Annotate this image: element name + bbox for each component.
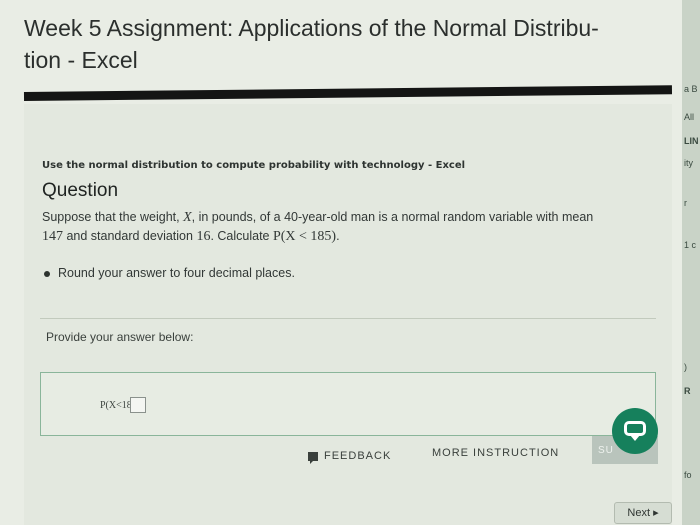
feedback-icon xyxy=(308,451,318,464)
side-text: a B xyxy=(684,84,698,94)
answer-prompt: Provide your answer below: xyxy=(46,330,194,344)
more-instruction-button[interactable]: MORE INSTRUCTION xyxy=(432,447,559,459)
page-title: Week 5 Assignment: Applications of the N… xyxy=(24,12,644,76)
question-heading: Question xyxy=(42,180,119,201)
background-window-edge: a B All LIN ity r 1 c ) R fo xyxy=(682,0,700,525)
question-topic: Use the normal distribution to compute p… xyxy=(42,160,466,171)
rounding-instruction: Round your answer to four decimal places… xyxy=(44,266,295,280)
side-text: r xyxy=(684,198,687,208)
question-text: Suppose that the weight, X, in pounds, o… xyxy=(42,210,594,244)
assignment-page: Week 5 Assignment: Applications of the N… xyxy=(0,0,686,525)
side-text: R xyxy=(684,386,691,396)
page-title-line2: tion - Excel xyxy=(24,47,138,73)
side-text: ity xyxy=(684,158,693,168)
side-text: 1 c xyxy=(684,240,697,250)
side-text: ) xyxy=(684,362,687,372)
chat-icon[interactable] xyxy=(612,408,658,454)
side-text: All xyxy=(684,112,695,122)
section-divider xyxy=(40,318,656,319)
side-text: LIN xyxy=(684,136,699,146)
next-button[interactable]: Next ▸ xyxy=(614,502,672,524)
side-text: fo xyxy=(684,470,692,480)
feedback-label: FEEDBACK xyxy=(324,450,392,462)
probability-expression: P(X < 185) xyxy=(272,229,337,244)
page-title-line1: Week 5 Assignment: Applications of the N… xyxy=(24,15,599,41)
feedback-button[interactable]: FEEDBACK xyxy=(308,450,392,464)
title-divider xyxy=(23,85,673,101)
answer-input[interactable] xyxy=(130,397,146,413)
